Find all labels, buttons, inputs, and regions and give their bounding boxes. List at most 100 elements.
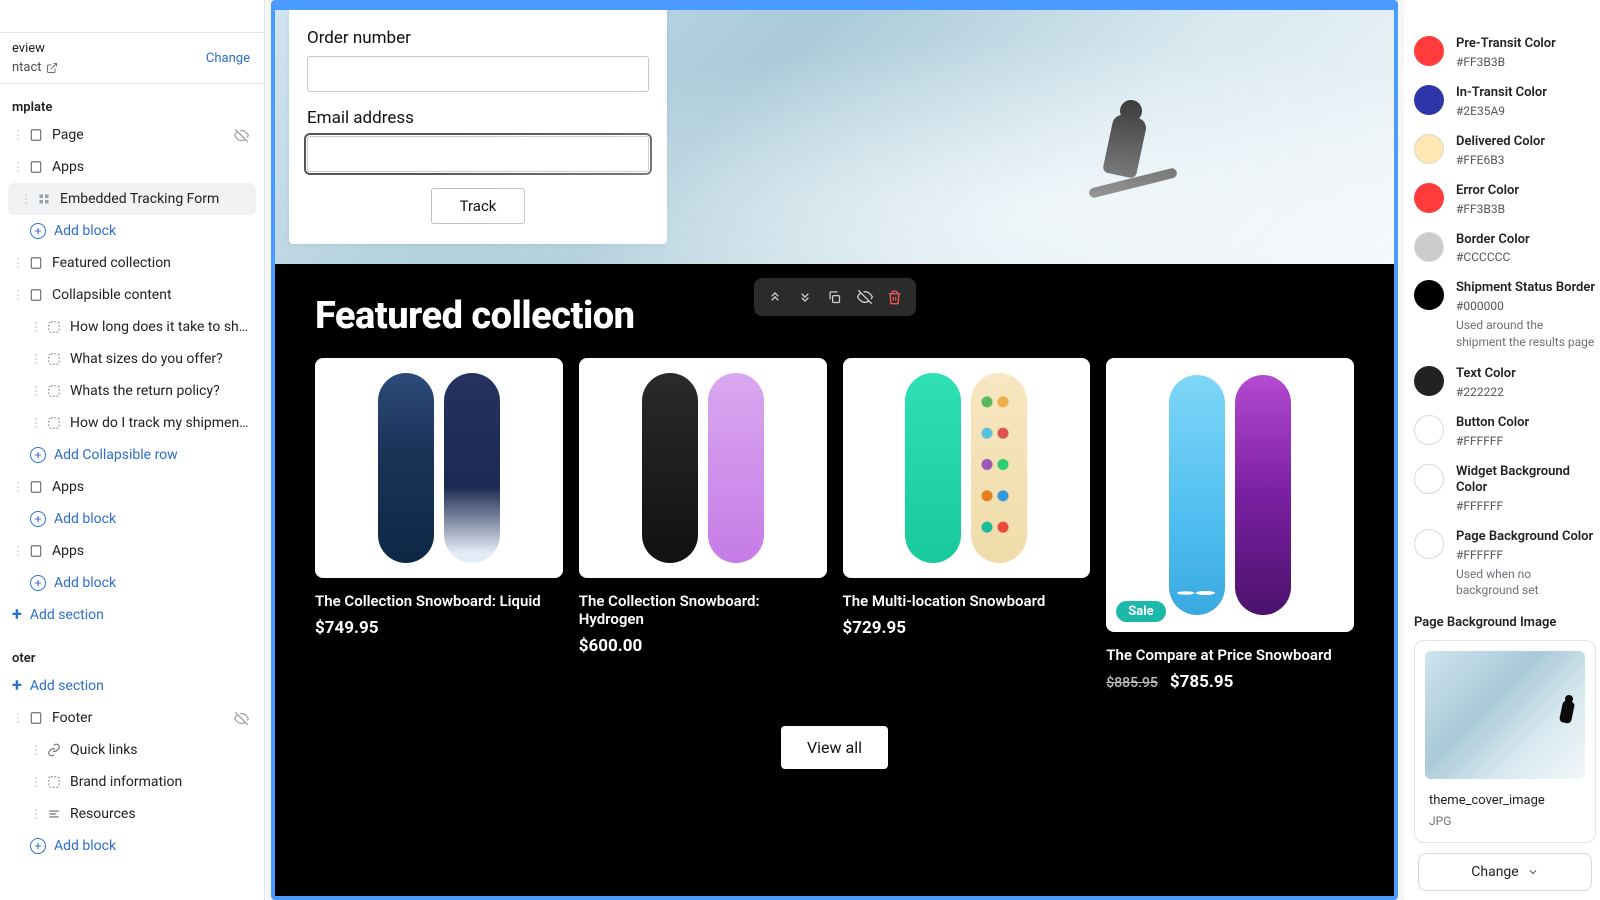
sidebar-item[interactable]: ⋮Featured collection — [0, 247, 264, 279]
email-input[interactable] — [307, 136, 649, 172]
color-setting-row: Button Color#FFFFFF — [1414, 415, 1596, 448]
color-swatch[interactable] — [1414, 280, 1444, 310]
bg-image-thumbnail[interactable] — [1425, 651, 1585, 779]
color-swatch[interactable] — [1414, 36, 1444, 66]
product-card[interactable]: The Multi-location Snowboard $729.95 — [843, 358, 1091, 692]
sidebar-item-label: Add section — [30, 678, 250, 694]
plus-icon: + — [12, 606, 22, 624]
view-all-button[interactable]: View all — [781, 726, 888, 769]
drag-handle-icon[interactable]: ⋮ — [30, 353, 38, 365]
drag-handle-icon[interactable]: ⋮ — [30, 808, 38, 820]
lines-icon — [46, 806, 62, 822]
order-number-input[interactable] — [307, 56, 649, 92]
color-swatch[interactable] — [1414, 134, 1444, 164]
color-swatch[interactable] — [1414, 464, 1444, 494]
change-image-button[interactable]: Change — [1418, 853, 1592, 891]
drag-handle-icon[interactable]: ⋮ — [12, 161, 20, 173]
sidebar-item[interactable]: ⋮Apps — [0, 471, 264, 503]
external-link-icon — [46, 62, 58, 74]
sidebar-item[interactable]: ⋮Page — [0, 119, 264, 151]
color-swatch[interactable] — [1414, 85, 1444, 115]
sidebar-item[interactable]: ⋮Brand information — [0, 766, 264, 798]
sidebar-item[interactable]: ⋮Apps — [0, 151, 264, 183]
product-image — [579, 358, 827, 578]
visibility-toggle-icon[interactable] — [234, 711, 250, 726]
add-block-button[interactable]: +Add block — [0, 503, 264, 535]
faq-icon — [46, 351, 62, 367]
color-hex: #FFFFFF — [1456, 548, 1596, 562]
toolbar-move-up-icon[interactable] — [762, 284, 788, 310]
drag-handle-icon[interactable]: ⋮ — [30, 417, 38, 429]
add-section-button[interactable]: + Add section — [0, 670, 264, 702]
product-card[interactable]: Sale The Compare at Price Snowboard $885… — [1106, 358, 1354, 692]
left-sidebar: eview ntact Change mplate ⋮Page⋮Apps⋮Emb… — [0, 0, 265, 900]
toolbar-move-down-icon[interactable] — [792, 284, 818, 310]
sidebar-item-label: Add block — [54, 575, 250, 591]
change-preview-link[interactable]: Change — [206, 51, 250, 66]
bg-image-heading: Page Background Image — [1414, 615, 1596, 630]
toolbar-hide-icon[interactable] — [852, 284, 878, 310]
sidebar-item[interactable]: ⋮Quick links — [0, 734, 264, 766]
block-icon — [36, 191, 52, 207]
sidebar-item[interactable]: ⋮Resources — [0, 798, 264, 830]
sidebar-item[interactable]: ⋮Footer — [0, 702, 264, 734]
color-hex: #CCCCCC — [1456, 250, 1530, 264]
sidebar-item[interactable]: ⋮Whats the return policy? — [0, 375, 264, 407]
footer-heading: oter — [0, 639, 264, 670]
add-block-button[interactable]: + Add block — [0, 215, 264, 247]
contact-link[interactable]: ntact — [12, 60, 58, 75]
add-block-button[interactable]: +Add block — [0, 830, 264, 862]
drag-handle-icon[interactable]: ⋮ — [30, 321, 38, 333]
add-block-button[interactable]: +Add Collapsible row — [0, 439, 264, 471]
preview-pane: Order number Email address Track Feature… — [265, 0, 1404, 900]
drag-handle-icon[interactable]: ⋮ — [12, 257, 20, 269]
add-section-button[interactable]: + Add section — [0, 599, 264, 631]
drag-handle-icon[interactable]: ⋮ — [12, 481, 20, 493]
color-swatch[interactable] — [1414, 415, 1444, 445]
product-image — [315, 358, 563, 578]
page-icon — [28, 127, 44, 143]
product-name: The Collection Snowboard: Liquid — [315, 592, 563, 610]
sidebar-item-label: Collapsible content — [52, 287, 250, 303]
color-label: Delivered Color — [1456, 134, 1545, 151]
sidebar-item-label: Add block — [54, 223, 250, 239]
toolbar-delete-icon[interactable] — [882, 284, 908, 310]
chevron-down-icon — [1527, 866, 1539, 878]
toolbar-duplicate-icon[interactable] — [822, 284, 848, 310]
sidebar-item-label: Add block — [54, 511, 250, 527]
color-label: Error Color — [1456, 183, 1519, 200]
add-block-button[interactable]: +Add block — [0, 567, 264, 599]
faq-icon — [46, 415, 62, 431]
track-button[interactable]: Track — [431, 188, 526, 224]
drag-handle-icon[interactable]: ⋮ — [12, 289, 20, 301]
drag-handle-icon[interactable]: ⋮ — [12, 545, 20, 557]
email-label: Email address — [307, 108, 649, 128]
plus-circle-icon: + — [30, 223, 46, 239]
drag-handle-icon[interactable]: ⋮ — [30, 776, 38, 788]
visibility-toggle-icon[interactable] — [234, 128, 250, 143]
drag-handle-icon[interactable]: ⋮ — [12, 129, 20, 141]
plus-icon: + — [12, 677, 22, 695]
product-card[interactable]: The Collection Snowboard: Liquid $749.95 — [315, 358, 563, 692]
color-swatch[interactable] — [1414, 232, 1444, 262]
sidebar-item[interactable]: ⋮What sizes do you offer? — [0, 343, 264, 375]
drag-handle-icon[interactable]: ⋮ — [20, 193, 28, 205]
drag-handle-icon[interactable]: ⋮ — [12, 712, 20, 724]
drag-handle-icon[interactable]: ⋮ — [30, 385, 38, 397]
product-card[interactable]: The Collection Snowboard: Hydrogen $600.… — [579, 358, 827, 692]
sidebar-item[interactable]: ⋮ Collapsible content — [0, 279, 264, 311]
product-price-old: $885.95 — [1106, 675, 1158, 691]
color-swatch[interactable] — [1414, 529, 1444, 559]
sidebar-item[interactable]: ⋮Apps — [0, 535, 264, 567]
sidebar-item-label: Add section — [30, 607, 250, 623]
page-icon — [28, 287, 44, 303]
sidebar-item[interactable]: ⋮How do I track my shipment? — [0, 407, 264, 439]
color-swatch[interactable] — [1414, 183, 1444, 213]
drag-handle-icon[interactable]: ⋮ — [30, 744, 38, 756]
sidebar-item[interactable]: ⋮How long does it take to ship? — [0, 311, 264, 343]
color-setting-row: Text Color#222222 — [1414, 366, 1596, 399]
sidebar-item[interactable]: ⋮Embedded Tracking Form — [8, 183, 256, 215]
color-swatch[interactable] — [1414, 366, 1444, 396]
preview-label: eview — [12, 41, 58, 56]
link-icon — [46, 742, 62, 758]
